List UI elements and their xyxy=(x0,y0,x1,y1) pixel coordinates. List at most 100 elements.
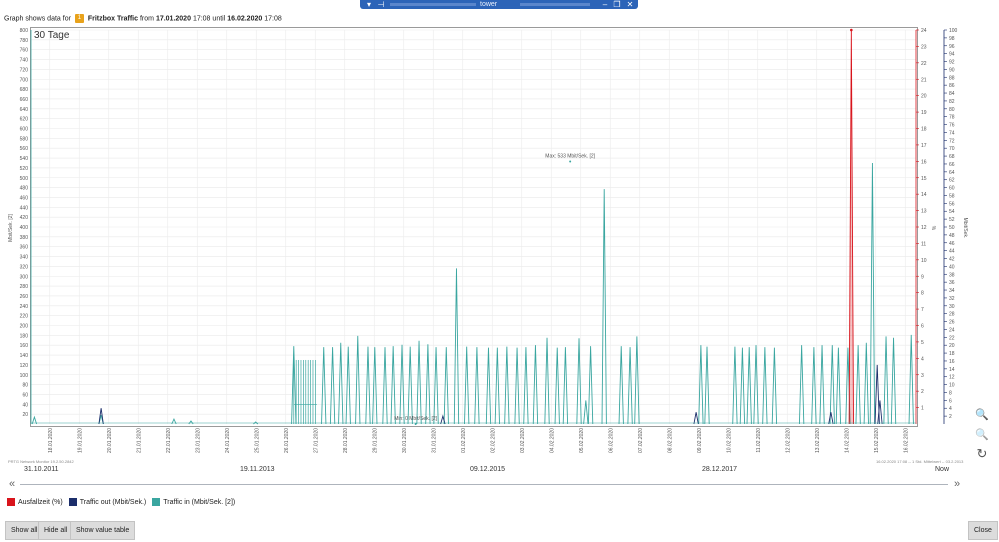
y-right-tick-label: 12 xyxy=(921,225,927,231)
legend-swatch xyxy=(7,498,15,506)
timeline-slider[interactable] xyxy=(20,484,948,485)
y-right2-tick-label: 46 xyxy=(949,241,955,247)
x-tick-label: 06.02.2020 xyxy=(608,428,614,453)
y-right-tick-label: 21 xyxy=(921,77,927,83)
y-right-axis-title: % xyxy=(930,226,936,231)
reset-zoom-icon[interactable]: ↻ xyxy=(975,447,989,461)
series-spike xyxy=(890,337,897,425)
series-spike xyxy=(425,344,431,425)
y-tick-label: 120 xyxy=(20,363,29,369)
show-value-table-button[interactable]: Show value table xyxy=(70,521,136,540)
timeline-label[interactable]: 28.12.2017 xyxy=(702,466,737,473)
y-tick-label: 380 xyxy=(20,235,29,241)
y-right2-tick-label: 84 xyxy=(949,91,955,97)
y-tick-label: 20 xyxy=(22,412,28,418)
legend-item-ausfallzeit[interactable]: Ausfallzeit (%) xyxy=(7,498,63,506)
y-right2-tick-label: 58 xyxy=(949,193,955,199)
y-right2-tick-label: 60 xyxy=(949,186,955,192)
y-right2-tick-label: 62 xyxy=(949,178,955,184)
y-tick-label: 420 xyxy=(20,215,29,221)
y-right2-tick-label: 22 xyxy=(949,335,955,341)
y-right-tick-label: 7 xyxy=(921,307,924,313)
traffic-chart: 2040608010012014016018020022024026028030… xyxy=(8,28,968,453)
annotation-point xyxy=(414,423,417,425)
close-button[interactable]: Close xyxy=(968,521,998,540)
x-tick-label: 31.01.2020 xyxy=(431,428,437,453)
series-spike xyxy=(762,347,768,425)
series-spike xyxy=(355,335,361,425)
y-axis-title: Mbit/Sek. [2] xyxy=(8,213,14,241)
series-spike xyxy=(732,346,738,425)
x-tick-label: 10.02.2020 xyxy=(726,428,732,453)
y-tick-label: 280 xyxy=(20,284,29,290)
zoom-in-icon[interactable]: 🔍 xyxy=(975,408,989,422)
series-spike xyxy=(416,340,422,425)
legend-swatch xyxy=(68,498,77,506)
double-chevron-right-icon[interactable]: » xyxy=(954,478,960,490)
y-right2-tick-label: 54 xyxy=(949,209,955,215)
x-tick-label: 15.02.2020 xyxy=(874,428,880,453)
x-tick-label: 25.01.2020 xyxy=(254,428,260,453)
series-spike xyxy=(618,346,624,425)
timeline-label[interactable]: 09.12.2015 xyxy=(470,466,505,473)
series-spike xyxy=(382,347,388,425)
series-spike xyxy=(562,347,569,425)
y-right2-tick-label: 92 xyxy=(949,60,955,66)
y-tick-label: 680 xyxy=(20,87,29,93)
series-spike xyxy=(587,346,594,425)
y-right2-tick-label: 2 xyxy=(949,414,952,420)
legend-item-traffic-in[interactable]: Traffic in (Mbit/Sek. [2]) xyxy=(152,498,235,506)
y-tick-label: 140 xyxy=(20,353,29,359)
x-tick-label: 11.02.2020 xyxy=(756,428,762,453)
y-tick-label: 100 xyxy=(20,373,29,379)
y-right2-tick-label: 90 xyxy=(949,67,955,73)
y-right2-tick-label: 66 xyxy=(949,162,955,168)
series-spike xyxy=(453,268,460,425)
series-spike xyxy=(583,400,589,425)
y-right2-tick-label: 76 xyxy=(949,123,955,129)
y-tick-label: 640 xyxy=(20,107,29,113)
series-spike xyxy=(485,347,492,425)
series-spike xyxy=(746,347,752,425)
zoom-out-icon[interactable]: 🔍 xyxy=(975,428,989,442)
y-right-tick-label: 23 xyxy=(921,44,927,50)
y-right-tick-label: 2 xyxy=(921,389,924,395)
hide-all-button[interactable]: Hide all xyxy=(38,521,74,540)
y-right2-tick-label: 6 xyxy=(949,398,952,404)
y-tick-label: 760 xyxy=(20,48,29,54)
x-tick-label: 04.02.2020 xyxy=(549,428,555,453)
y-right2-tick-label: 28 xyxy=(949,312,955,318)
y-tick-label: 400 xyxy=(20,225,29,231)
y-right2-tick-label: 18 xyxy=(949,351,955,357)
y-right2-tick-label: 50 xyxy=(949,225,955,231)
series-spike xyxy=(329,347,336,425)
y-right2-tick-label: 10 xyxy=(949,383,955,389)
double-chevron-left-icon[interactable]: « xyxy=(9,478,15,490)
x-tick-label: 19.01.2020 xyxy=(77,428,83,453)
y-tick-label: 340 xyxy=(20,255,29,261)
y-right2-tick-label: 16 xyxy=(949,359,955,365)
y-right2-tick-label: 64 xyxy=(949,170,955,176)
x-tick-label: 13.02.2020 xyxy=(815,428,821,453)
timeline-label[interactable]: Now xyxy=(935,466,949,473)
y-tick-label: 660 xyxy=(20,97,29,103)
timeline-label[interactable]: 19.11.2013 xyxy=(240,466,275,473)
y-right2-tick-label: 98 xyxy=(949,36,955,42)
y-right2-axis-title: Mbit/Sek. xyxy=(962,218,968,239)
series-spike xyxy=(474,347,480,425)
timeline-label[interactable]: 31.10.2011 xyxy=(24,466,59,473)
series-spike xyxy=(601,189,607,425)
y-right2-tick-label: 20 xyxy=(949,343,955,349)
y-right-tick-label: 11 xyxy=(921,241,926,247)
y-right2-tick-label: 38 xyxy=(949,272,955,278)
series-spike xyxy=(365,346,371,425)
x-tick-label: 27.01.2020 xyxy=(313,428,319,453)
y-tick-label: 720 xyxy=(20,67,29,73)
series-spike xyxy=(443,347,449,425)
series-spike xyxy=(464,346,470,425)
y-tick-label: 800 xyxy=(20,28,29,34)
legend-item-traffic-out[interactable]: Traffic out (Mbit/Sek.) xyxy=(68,498,146,506)
x-tick-label: 22.01.2020 xyxy=(166,428,172,453)
series-spike xyxy=(627,347,633,425)
y-tick-label: 500 xyxy=(20,176,29,182)
